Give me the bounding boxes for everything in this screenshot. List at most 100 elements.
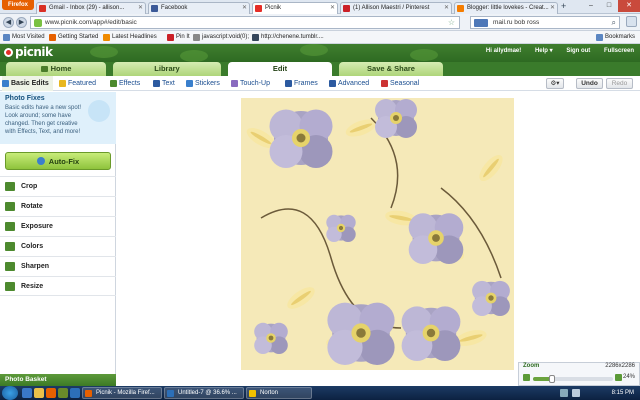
tool-colors[interactable]: Colors bbox=[0, 236, 116, 256]
firefox-icon[interactable] bbox=[46, 388, 56, 398]
photo-basket-bar[interactable]: Photo Basket bbox=[0, 374, 116, 386]
tool-resize[interactable]: Resize bbox=[0, 276, 116, 296]
bookmark-most-visited[interactable]: Most Visited bbox=[3, 31, 45, 43]
start-button[interactable] bbox=[2, 386, 18, 400]
text-icon bbox=[153, 80, 160, 87]
redo-button[interactable]: Redo bbox=[606, 78, 633, 89]
picnik-logo[interactable]: picnik bbox=[4, 45, 53, 59]
greeting-link[interactable]: Hi allydmae! bbox=[486, 48, 521, 54]
browser-tab-pinterest[interactable]: (1) Allison Maestri / Pinterest ✕ bbox=[340, 2, 452, 14]
help-link[interactable]: Help ▾ bbox=[535, 48, 553, 54]
zoom-slider[interactable] bbox=[533, 375, 613, 383]
rotate-icon bbox=[5, 202, 15, 211]
maximize-button[interactable]: □ bbox=[600, 0, 618, 12]
close-tab-icon[interactable]: ✕ bbox=[550, 3, 555, 14]
tab-label: Save & Share bbox=[367, 64, 415, 73]
home-icon[interactable] bbox=[626, 16, 637, 27]
bookmark-label: http://chenene.tumblr.... bbox=[261, 34, 324, 40]
firefox-menu-button[interactable]: Firefox bbox=[2, 0, 34, 10]
subtab-effects[interactable]: Effects bbox=[110, 76, 140, 91]
tab-label: Home bbox=[50, 64, 72, 73]
subtab-featured[interactable]: Featured bbox=[59, 76, 96, 91]
sign-out-link[interactable]: Sign out bbox=[566, 48, 590, 54]
subtab-seasonal[interactable]: Seasonal bbox=[381, 76, 419, 91]
main-tabs: Home Library Edit Save & Share bbox=[0, 62, 640, 76]
taskbar-clock[interactable]: 8:15 PM bbox=[612, 386, 634, 400]
auto-fix-button[interactable]: Auto-Fix bbox=[5, 152, 111, 170]
tab-library[interactable]: Library bbox=[113, 62, 221, 76]
tab-label: Library bbox=[154, 64, 180, 73]
settings-menu-button[interactable]: ⚙▾ bbox=[546, 78, 564, 89]
subtab-advanced[interactable]: Advanced bbox=[329, 76, 369, 91]
search-box[interactable]: mail.ru bob ross ⌕ bbox=[470, 16, 620, 29]
zoom-out-icon[interactable] bbox=[523, 374, 530, 381]
close-tab-icon[interactable]: ✕ bbox=[242, 3, 247, 14]
fullscreen-link[interactable]: Fullscreen bbox=[604, 48, 634, 54]
bookmarks-menu[interactable]: Bookmarks bbox=[596, 31, 635, 43]
search-icon[interactable]: ⌕ bbox=[612, 17, 616, 29]
tab-save-share[interactable]: Save & Share bbox=[339, 62, 443, 76]
browser-tab-picnik[interactable]: Picnik ✕ bbox=[252, 2, 338, 14]
tab-label: Edit bbox=[272, 64, 288, 73]
tool-crop[interactable]: Crop bbox=[0, 176, 116, 196]
tab-home[interactable]: Home bbox=[6, 62, 106, 76]
frame-icon bbox=[285, 80, 292, 87]
touch-up-icon bbox=[231, 80, 238, 87]
undo-button[interactable]: Undo bbox=[576, 78, 603, 89]
browser-tab-gmail[interactable]: Gmail - Inbox (29) - allison... ✕ bbox=[36, 2, 146, 14]
url-bar[interactable]: www.picnik.com/app#/edit/basic ☆ bbox=[30, 16, 460, 29]
taskbar-item-firefox[interactable]: Picnik - Mozilla Firef... bbox=[82, 387, 162, 399]
bookmark-getting-started[interactable]: Getting Started bbox=[49, 31, 98, 43]
tool-sidebar: Photo Fixes Basic edits have a new spot!… bbox=[0, 92, 116, 374]
taskbar-item-photoshop[interactable]: Untitled-7 @ 36.6% ... bbox=[164, 387, 244, 399]
subtab-touch-up[interactable]: Touch-Up bbox=[231, 76, 270, 91]
tray-volume-icon[interactable] bbox=[572, 389, 580, 397]
tab-edit[interactable]: Edit bbox=[228, 62, 332, 76]
floral-photo[interactable] bbox=[241, 98, 514, 370]
close-window-button[interactable]: ✕ bbox=[618, 0, 640, 12]
bookmark-javascript[interactable]: javascript:void(0); bbox=[193, 31, 249, 43]
close-tab-icon[interactable]: ✕ bbox=[330, 3, 335, 14]
tool-exposure[interactable]: Exposure bbox=[0, 216, 116, 236]
taskbar-item-norton[interactable]: Norton bbox=[246, 387, 312, 399]
tool-sharpen[interactable]: Sharpen bbox=[0, 256, 116, 276]
tray-network-icon[interactable] bbox=[560, 389, 568, 397]
app-icon[interactable] bbox=[58, 388, 68, 398]
sparkle-icon bbox=[36, 157, 45, 165]
browser-tab-label: (1) Allison Maestri / Pinterest bbox=[353, 5, 430, 11]
minimize-button[interactable]: – bbox=[582, 0, 600, 12]
browser-navbar: ◀ ▶ www.picnik.com/app#/edit/basic ☆ mai… bbox=[0, 14, 640, 31]
bookmark-tumblr[interactable]: http://chenene.tumblr.... bbox=[252, 31, 324, 43]
window-controls: – □ ✕ bbox=[582, 0, 640, 12]
bookmark-label: Most Visited bbox=[12, 34, 45, 40]
zoom-in-icon[interactable] bbox=[615, 374, 622, 381]
bookmark-pin-it[interactable]: Pin It bbox=[167, 31, 190, 43]
subtab-text[interactable]: Text bbox=[153, 76, 175, 91]
back-button[interactable]: ◀ bbox=[3, 17, 14, 28]
tool-rotate[interactable]: Rotate bbox=[0, 196, 116, 216]
facebook-icon bbox=[151, 5, 158, 12]
browser-tab-facebook[interactable]: Facebook ✕ bbox=[148, 2, 250, 14]
picnik-header: picnik Hi allydmae! Help ▾ Sign out Full… bbox=[0, 44, 640, 62]
photoshop-icon[interactable] bbox=[70, 388, 80, 398]
search-engine-icon[interactable] bbox=[474, 19, 488, 27]
browser-tab-blogger[interactable]: Blogger: little lovekes - Creat... ✕ bbox=[454, 2, 558, 14]
browser-tab-label: Facebook bbox=[161, 5, 188, 11]
bookmark-label: Pin It bbox=[176, 34, 190, 40]
sticker-icon bbox=[186, 80, 193, 87]
folder-icon[interactable] bbox=[34, 388, 44, 398]
subtab-frames[interactable]: Frames bbox=[285, 76, 318, 91]
picnik-icon bbox=[255, 5, 262, 12]
ie-icon[interactable] bbox=[22, 388, 32, 398]
subtab-stickers[interactable]: Stickers bbox=[186, 76, 220, 91]
close-tab-icon[interactable]: ✕ bbox=[444, 3, 449, 14]
star-bookmark-icon[interactable]: ☆ bbox=[448, 17, 455, 29]
forward-button[interactable]: ▶ bbox=[16, 17, 27, 28]
new-tab-button[interactable]: + bbox=[561, 1, 566, 11]
subtab-label: Stickers bbox=[195, 80, 220, 87]
subtab-basic-edits[interactable]: Basic Edits bbox=[2, 76, 53, 91]
zoom-slider-handle[interactable] bbox=[549, 375, 556, 383]
close-tab-icon[interactable]: ✕ bbox=[138, 3, 143, 14]
subtab-label: Basic Edits bbox=[11, 80, 49, 87]
bookmark-latest-headlines[interactable]: Latest Headlines bbox=[103, 31, 157, 43]
